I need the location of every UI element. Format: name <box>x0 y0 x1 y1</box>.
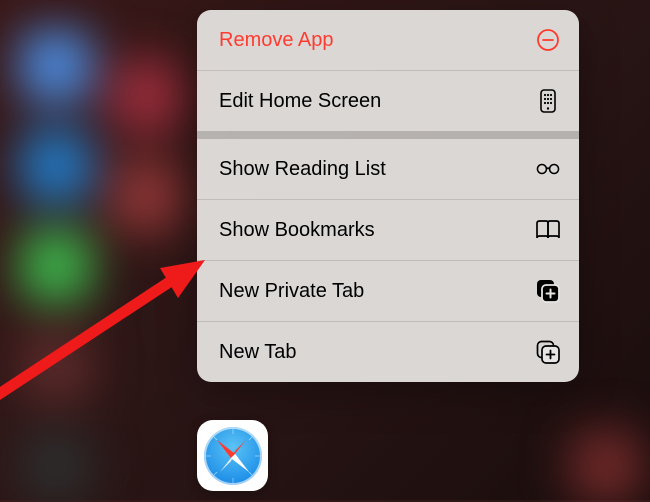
menu-item-new-private-tab[interactable]: New Private Tab <box>197 261 579 321</box>
menu-item-new-tab[interactable]: New Tab <box>197 322 579 382</box>
app-context-menu: Remove App Edit Home Screen <box>197 10 579 382</box>
apps-grid-icon <box>535 88 561 114</box>
book-icon <box>535 217 561 243</box>
menu-label: Show Reading List <box>219 158 386 181</box>
menu-label: Remove App <box>219 29 334 52</box>
separator-thick <box>197 131 579 139</box>
menu-item-edit-home-screen[interactable]: Edit Home Screen <box>197 71 579 131</box>
menu-item-show-reading-list[interactable]: Show Reading List <box>197 139 579 199</box>
plus-square-fill-icon <box>535 278 561 304</box>
glasses-icon <box>535 156 561 182</box>
menu-item-remove-app[interactable]: Remove App <box>197 10 579 70</box>
menu-item-show-bookmarks[interactable]: Show Bookmarks <box>197 200 579 260</box>
safari-app-icon[interactable] <box>197 420 268 491</box>
menu-label: Edit Home Screen <box>219 90 381 113</box>
compass-icon <box>204 427 262 485</box>
menu-label: Show Bookmarks <box>219 219 375 242</box>
minus-circle-icon <box>535 27 561 53</box>
menu-label: New Tab <box>219 341 296 364</box>
menu-label: New Private Tab <box>219 280 364 303</box>
plus-square-icon <box>535 339 561 365</box>
